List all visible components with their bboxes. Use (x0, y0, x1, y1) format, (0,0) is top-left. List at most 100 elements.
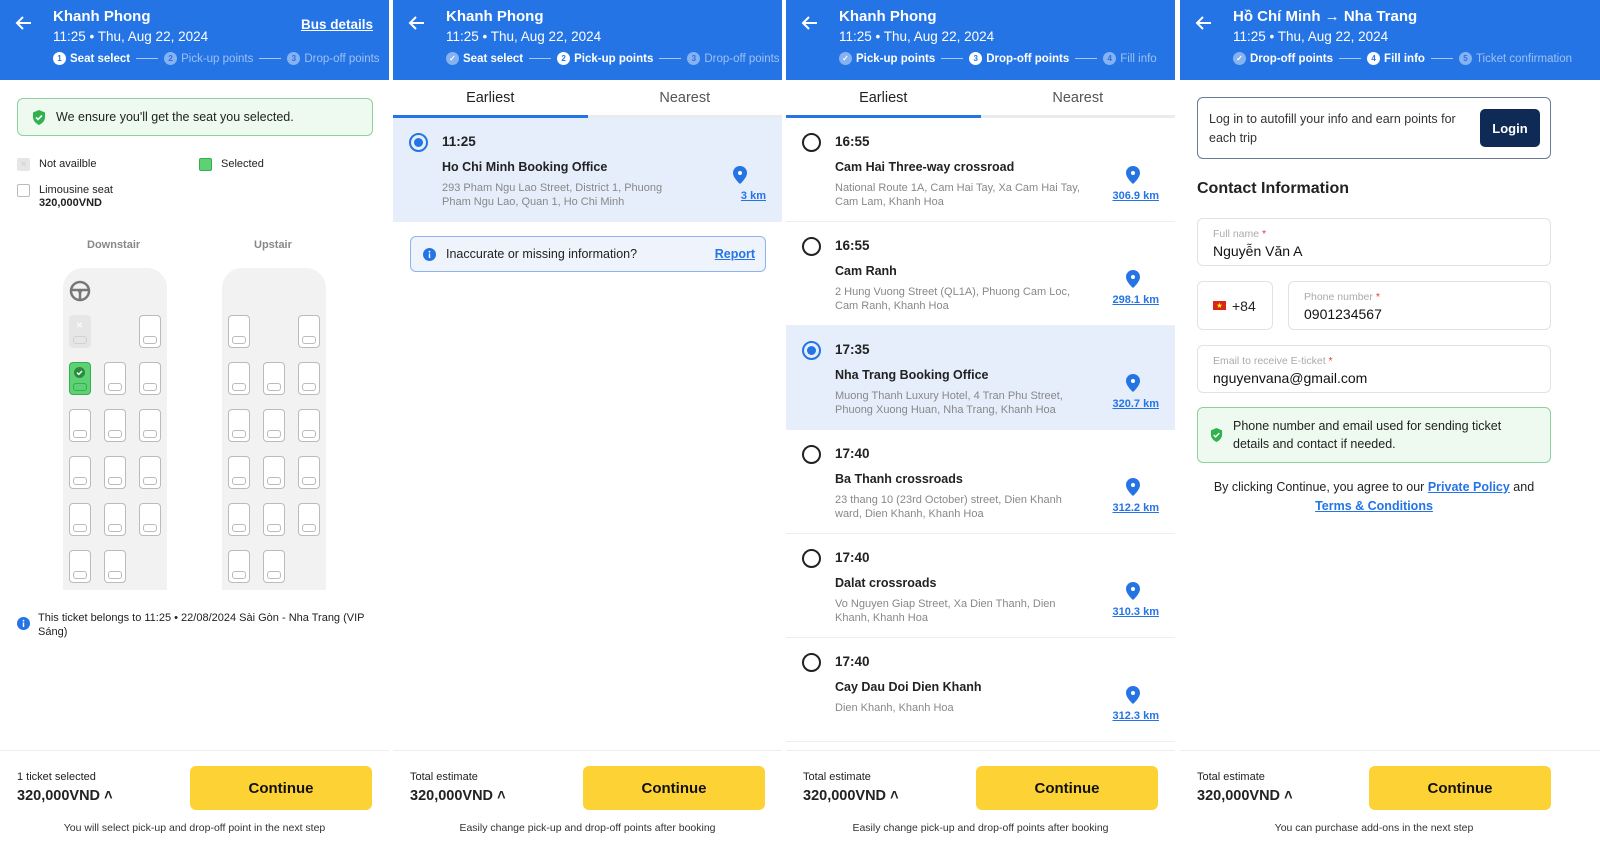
point-distance-link[interactable]: 320.7 km (1099, 398, 1159, 410)
seat[interactable] (298, 409, 320, 442)
bus-details-link[interactable]: Bus details (301, 17, 373, 32)
continue-button[interactable]: Continue (190, 766, 372, 810)
back-arrow-icon[interactable] (407, 13, 427, 33)
seat[interactable] (69, 503, 91, 536)
map-pin-icon[interactable] (1125, 582, 1141, 600)
point-name: Cam Hai Three-way crossroad (835, 160, 1015, 174)
total-estimate-label: Total estimate (410, 771, 478, 783)
total-price[interactable]: 320,000VND ˄ (1197, 788, 1293, 804)
trip-datetime: 11:25 • Thu, Aug 22, 2024 (446, 29, 602, 44)
point-name: Cam Ranh (835, 264, 897, 278)
continue-button[interactable]: Continue (583, 766, 765, 810)
seat[interactable] (139, 503, 161, 536)
radio-button[interactable] (802, 653, 821, 672)
point-item[interactable]: 17:40 Dalat crossroads Vo Nguyen Giap St… (786, 534, 1175, 638)
seat[interactable] (228, 409, 250, 442)
seat[interactable] (263, 362, 285, 395)
map-pin-icon[interactable] (1125, 478, 1141, 496)
email-field[interactable]: Email to receive E-ticket * nguyenvana@g… (1197, 345, 1551, 393)
map-pin-icon[interactable] (732, 166, 748, 184)
radio-button[interactable] (802, 133, 821, 152)
seat[interactable] (104, 409, 126, 442)
seat-selected[interactable] (69, 362, 91, 395)
tab-earliest[interactable]: Earliest (393, 80, 588, 115)
seat[interactable] (298, 503, 320, 536)
seat[interactable] (139, 362, 161, 395)
terms-conditions-link[interactable]: Terms & Conditions (1315, 499, 1433, 513)
seat[interactable] (69, 456, 91, 489)
seat[interactable] (263, 550, 285, 583)
footer-note: Easily change pick-up and drop-off point… (852, 822, 1109, 834)
seat[interactable] (139, 456, 161, 489)
seat[interactable] (228, 456, 250, 489)
continue-button[interactable]: Continue (976, 766, 1158, 810)
seat[interactable] (228, 315, 250, 348)
tab-earliest[interactable]: Earliest (786, 80, 981, 115)
tab-nearest[interactable]: Nearest (588, 80, 783, 115)
point-item[interactable]: 16:55 Cam Hai Three-way crossroad Nation… (786, 118, 1175, 222)
seat[interactable] (228, 503, 250, 536)
tab-nearest[interactable]: Nearest (981, 80, 1176, 115)
total-price[interactable]: 320,000VND ˄ (803, 788, 899, 804)
seat[interactable] (69, 550, 91, 583)
seat[interactable] (139, 315, 161, 348)
back-arrow-icon[interactable] (1194, 13, 1214, 33)
step-fill-info: 4 Fill info (1103, 52, 1157, 65)
continue-button[interactable]: Continue (1369, 766, 1551, 810)
full-name-field[interactable]: Full name * Nguyễn Văn A (1197, 218, 1551, 266)
seat[interactable] (298, 362, 320, 395)
point-distance-link[interactable]: 310.3 km (1099, 606, 1159, 618)
point-distance-link[interactable]: 306.9 km (1099, 190, 1159, 202)
seat[interactable] (228, 362, 250, 395)
country-code-select[interactable]: +84 (1197, 281, 1273, 330)
point-item[interactable]: 17:40 Ba Thanh crossroads 23 thang 10 (2… (786, 430, 1175, 534)
point-time: 17:40 (835, 654, 870, 669)
footer: 1 ticket selected 320,000VND ˄ Continue … (0, 750, 389, 864)
seat[interactable] (104, 550, 126, 583)
step-divider (259, 58, 282, 59)
seat[interactable] (104, 362, 126, 395)
radio-button[interactable] (409, 133, 428, 152)
step-divider (1339, 58, 1362, 59)
back-arrow-icon[interactable] (800, 13, 820, 33)
steering-wheel-icon (69, 280, 91, 302)
point-distance-link[interactable]: 312.2 km (1099, 502, 1159, 514)
radio-button[interactable] (802, 445, 821, 464)
step-label: Ticket confirmation (1475, 52, 1573, 65)
point-distance-link[interactable]: 3 km (706, 190, 766, 202)
header: Khanh Phong 11:25 • Thu, Aug 22, 2024 1S… (0, 0, 389, 80)
map-pin-icon[interactable] (1125, 166, 1141, 184)
seat[interactable] (298, 456, 320, 489)
seat[interactable] (263, 503, 285, 536)
seat[interactable] (139, 409, 161, 442)
seat[interactable] (263, 409, 285, 442)
point-item[interactable]: 17:35 Nha Trang Booking Office Muong Tha… (786, 326, 1175, 430)
total-price[interactable]: 320,000VND ˄ (17, 788, 113, 804)
map-pin-icon[interactable] (1125, 270, 1141, 288)
phone-number-field[interactable]: Phone number * 0901234567 (1288, 281, 1551, 330)
report-link[interactable]: Report (715, 247, 755, 261)
seat[interactable] (298, 315, 320, 348)
point-item[interactable]: 16:55 Cam Ranh 2 Hung Vuong Street (QL1A… (786, 222, 1175, 326)
point-distance-link[interactable]: 298.1 km (1099, 294, 1159, 306)
seat[interactable] (263, 456, 285, 489)
login-button[interactable]: Login (1480, 109, 1540, 147)
stepper: ✓ Drop-off points 4 Fill info 5 Ticket conf… (1233, 52, 1600, 65)
step-dropoff: 3 Drop-off points (287, 52, 380, 65)
point-item[interactable]: 11:25 Ho Chi Minh Booking Office 293 Pha… (393, 118, 782, 222)
map-pin-icon[interactable] (1125, 374, 1141, 392)
back-arrow-icon[interactable] (14, 13, 34, 33)
privacy-policy-link[interactable]: Private Policy (1428, 480, 1510, 494)
point-distance-link[interactable]: 312.3 km (1099, 710, 1159, 722)
radio-button[interactable] (802, 549, 821, 568)
radio-button[interactable] (802, 341, 821, 360)
point-item[interactable]: 17:40 Cay Dau Doi Dien Khanh Dien Khanh,… (786, 638, 1175, 742)
total-price[interactable]: 320,000VND ˄ (410, 788, 506, 804)
selected-seat-icon (199, 158, 212, 171)
seat[interactable] (104, 456, 126, 489)
seat[interactable] (69, 409, 91, 442)
seat[interactable] (228, 550, 250, 583)
radio-button[interactable] (802, 237, 821, 256)
seat[interactable] (104, 503, 126, 536)
map-pin-icon[interactable] (1125, 686, 1141, 704)
